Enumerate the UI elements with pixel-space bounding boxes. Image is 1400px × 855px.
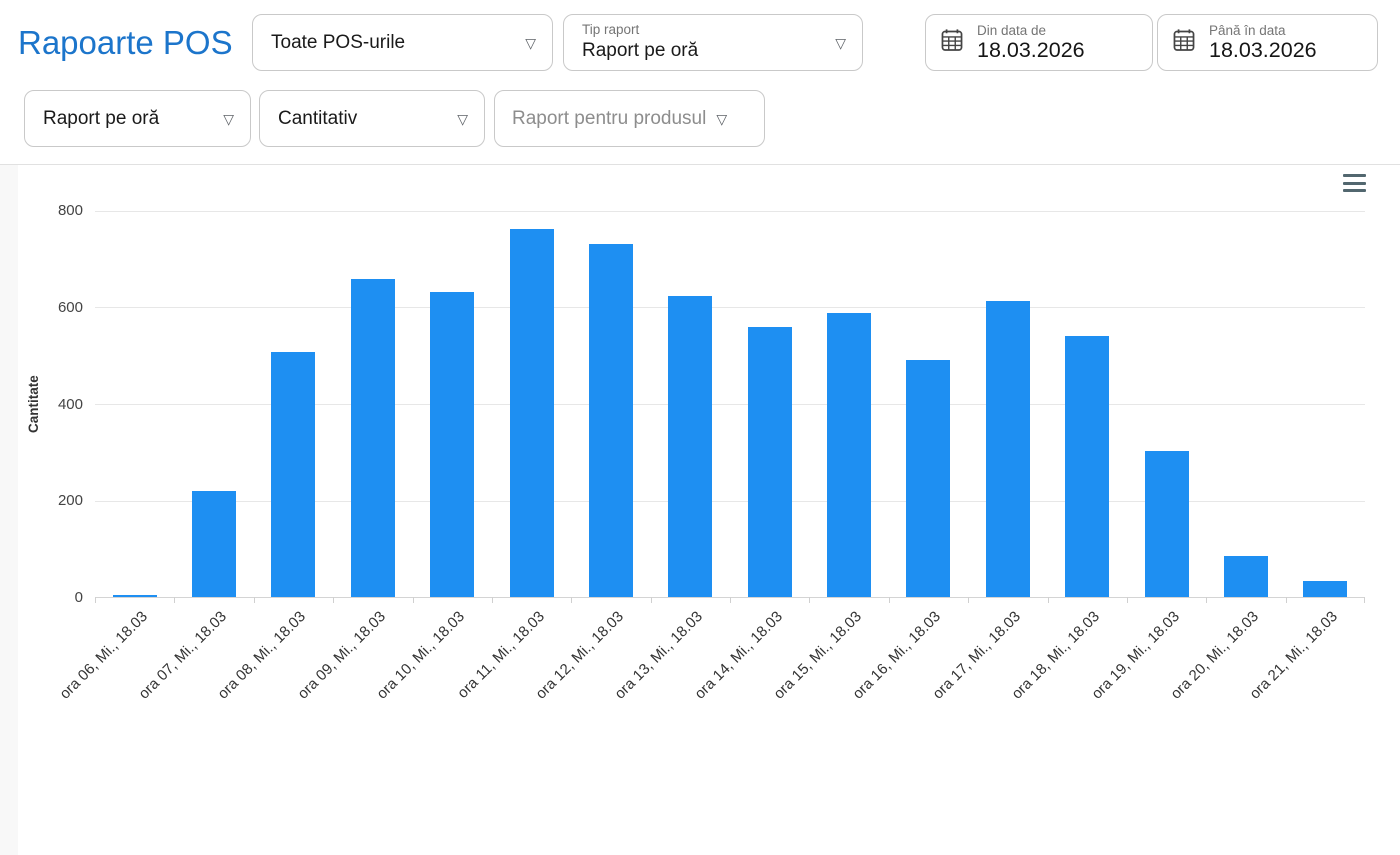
- hamburger-menu-icon: [1343, 189, 1366, 192]
- calendar-icon: [939, 27, 965, 58]
- bar[interactable]: [589, 244, 633, 597]
- x-axis-tick: [174, 597, 175, 603]
- report-mode-select[interactable]: Raport pe oră ▽: [24, 90, 251, 147]
- bar[interactable]: [748, 327, 792, 597]
- bar[interactable]: [430, 292, 474, 597]
- bar[interactable]: [192, 491, 236, 597]
- bar[interactable]: [668, 296, 712, 597]
- x-axis-tick: [1127, 597, 1128, 603]
- report-type-value: Raport pe oră: [582, 40, 862, 62]
- pos-select-value: Toate POS-urile: [271, 32, 405, 54]
- report-type-select[interactable]: Tip raport Raport pe oră ▽: [563, 14, 863, 71]
- product-filter-select[interactable]: Raport pentru produsul ▽: [494, 90, 765, 147]
- chart-menu-button[interactable]: [1343, 174, 1366, 197]
- bar[interactable]: [906, 360, 950, 597]
- x-axis-tick: [1206, 597, 1207, 603]
- x-axis-tick: [968, 597, 969, 603]
- chevron-down-icon: ▽: [716, 112, 727, 126]
- y-axis-tick-label: 800: [23, 202, 83, 220]
- header: Rapoarte POS Toate POS-urile ▽ Tip rapor…: [0, 0, 1400, 165]
- content-area: Cantitate 0200400600800ora 06, Mi., 18.0…: [0, 165, 1400, 855]
- date-from-value: 18.03.2026: [977, 38, 1085, 62]
- date-from-label: Din data de: [977, 23, 1085, 38]
- x-axis-tick: [333, 597, 334, 603]
- filter-row-1: Rapoarte POS Toate POS-urile ▽ Tip rapor…: [18, 14, 1378, 71]
- gridline: [95, 211, 1365, 212]
- chevron-down-icon: ▽: [457, 112, 468, 126]
- chevron-down-icon: ▽: [525, 36, 536, 50]
- x-axis-tick: [889, 597, 890, 603]
- x-axis-tick: [809, 597, 810, 603]
- filter-row-2: Raport pe oră ▽ Cantitativ ▽ Raport pent…: [24, 90, 1400, 147]
- bar[interactable]: [113, 595, 157, 597]
- report-type-label: Tip raport: [582, 22, 862, 37]
- date-from-picker[interactable]: Din data de 18.03.2026: [925, 14, 1153, 71]
- calendar-icon: [1171, 27, 1197, 58]
- page-title: Rapoarte POS: [18, 24, 252, 62]
- date-to-value: 18.03.2026: [1209, 38, 1317, 62]
- y-axis-tick-label: 600: [23, 299, 83, 317]
- measure-select[interactable]: Cantitativ ▽: [259, 90, 485, 147]
- x-axis-tick: [95, 597, 96, 603]
- x-axis-tick: [1286, 597, 1287, 603]
- x-axis-tick: [571, 597, 572, 603]
- bar[interactable]: [510, 229, 554, 597]
- bar[interactable]: [351, 279, 395, 597]
- date-to-label: Până în data: [1209, 23, 1317, 38]
- bar[interactable]: [1224, 556, 1268, 597]
- bar[interactable]: [827, 313, 871, 597]
- product-filter-placeholder: Raport pentru produsul: [512, 108, 706, 130]
- bar[interactable]: [271, 352, 315, 597]
- bar[interactable]: [1065, 336, 1109, 597]
- bar[interactable]: [1145, 451, 1189, 597]
- x-axis-tick: [1364, 597, 1365, 603]
- x-axis-tick: [730, 597, 731, 603]
- date-to-picker[interactable]: Până în data 18.03.2026: [1157, 14, 1378, 71]
- chevron-down-icon: ▽: [223, 112, 234, 126]
- x-axis-tick-label: ora 21, Mi., 18.03: [1247, 608, 1342, 703]
- x-axis-tick: [1048, 597, 1049, 603]
- hamburger-menu-icon: [1343, 182, 1366, 185]
- pos-select[interactable]: Toate POS-urile ▽: [252, 14, 553, 71]
- x-axis-tick: [651, 597, 652, 603]
- y-axis-tick-label: 0: [23, 589, 83, 607]
- report-mode-value: Raport pe oră: [43, 108, 159, 130]
- hamburger-menu-icon: [1343, 174, 1366, 177]
- y-axis-tick-label: 200: [23, 492, 83, 510]
- chevron-down-icon: ▽: [835, 36, 846, 50]
- plot-area: 0200400600800ora 06, Mi., 18.03ora 07, M…: [95, 211, 1365, 598]
- gridline: [95, 307, 1365, 308]
- x-axis-tick: [254, 597, 255, 603]
- hourly-report-chart: Cantitate 0200400600800ora 06, Mi., 18.0…: [18, 165, 1400, 855]
- measure-value: Cantitativ: [278, 108, 357, 130]
- bar[interactable]: [986, 301, 1030, 597]
- x-axis-tick: [413, 597, 414, 603]
- x-axis-tick: [492, 597, 493, 603]
- y-axis-tick-label: 400: [23, 396, 83, 414]
- bar[interactable]: [1303, 581, 1347, 597]
